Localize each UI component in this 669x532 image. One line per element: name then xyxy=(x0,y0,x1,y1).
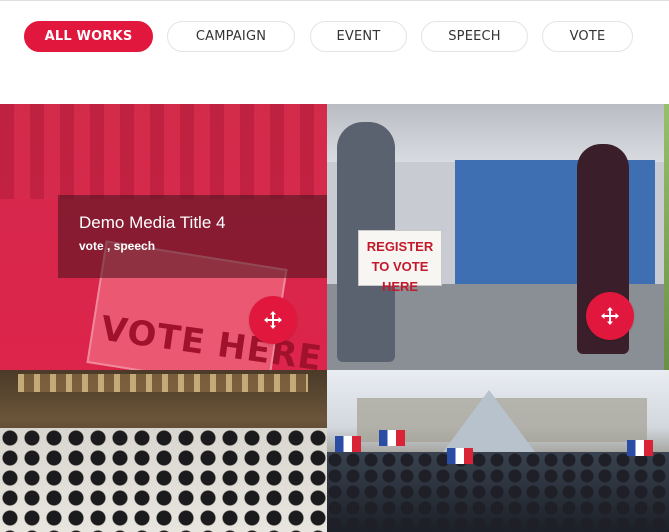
item-caption: Demo Media Title 4 vote , speech xyxy=(58,195,327,278)
flag-image xyxy=(627,440,653,456)
item-title[interactable]: Demo Media Title 4 xyxy=(79,213,225,233)
move-icon xyxy=(263,310,283,330)
ceiling-lights-image xyxy=(18,374,308,392)
flag-image xyxy=(335,436,361,452)
item-tags: vote , speech xyxy=(79,239,156,253)
register-sign-text: REGISTER TO VOTE HERE xyxy=(366,239,434,294)
register-sign-image: REGISTER TO VOTE HERE xyxy=(358,230,442,294)
expand-button[interactable] xyxy=(249,296,297,344)
portfolio-grid: VOTE HERE Demo Media Title 4 vote , spee… xyxy=(0,104,669,532)
crowd-image xyxy=(327,452,669,532)
filter-event[interactable]: EVENT xyxy=(310,21,407,52)
filter-vote[interactable]: VOTE xyxy=(542,21,633,52)
portfolio-item-1[interactable]: VOTE HERE Demo Media Title 4 vote , spee… xyxy=(0,104,327,370)
portfolio-item-2[interactable]: REGISTER TO VOTE HERE xyxy=(327,104,669,370)
flag-image xyxy=(447,448,473,464)
portfolio-item-3[interactable] xyxy=(0,370,327,532)
filter-all-works[interactable]: ALL WORKS xyxy=(24,21,153,52)
top-divider xyxy=(0,0,669,1)
filter-speech[interactable]: SPEECH xyxy=(421,21,528,52)
next-item-edge xyxy=(664,104,669,370)
portfolio-item-4[interactable] xyxy=(327,370,669,532)
move-icon xyxy=(600,306,620,326)
flag-image xyxy=(379,430,405,446)
expand-button[interactable] xyxy=(586,292,634,340)
filter-campaign[interactable]: CAMPAIGN xyxy=(167,21,295,52)
audience-image xyxy=(0,428,327,532)
